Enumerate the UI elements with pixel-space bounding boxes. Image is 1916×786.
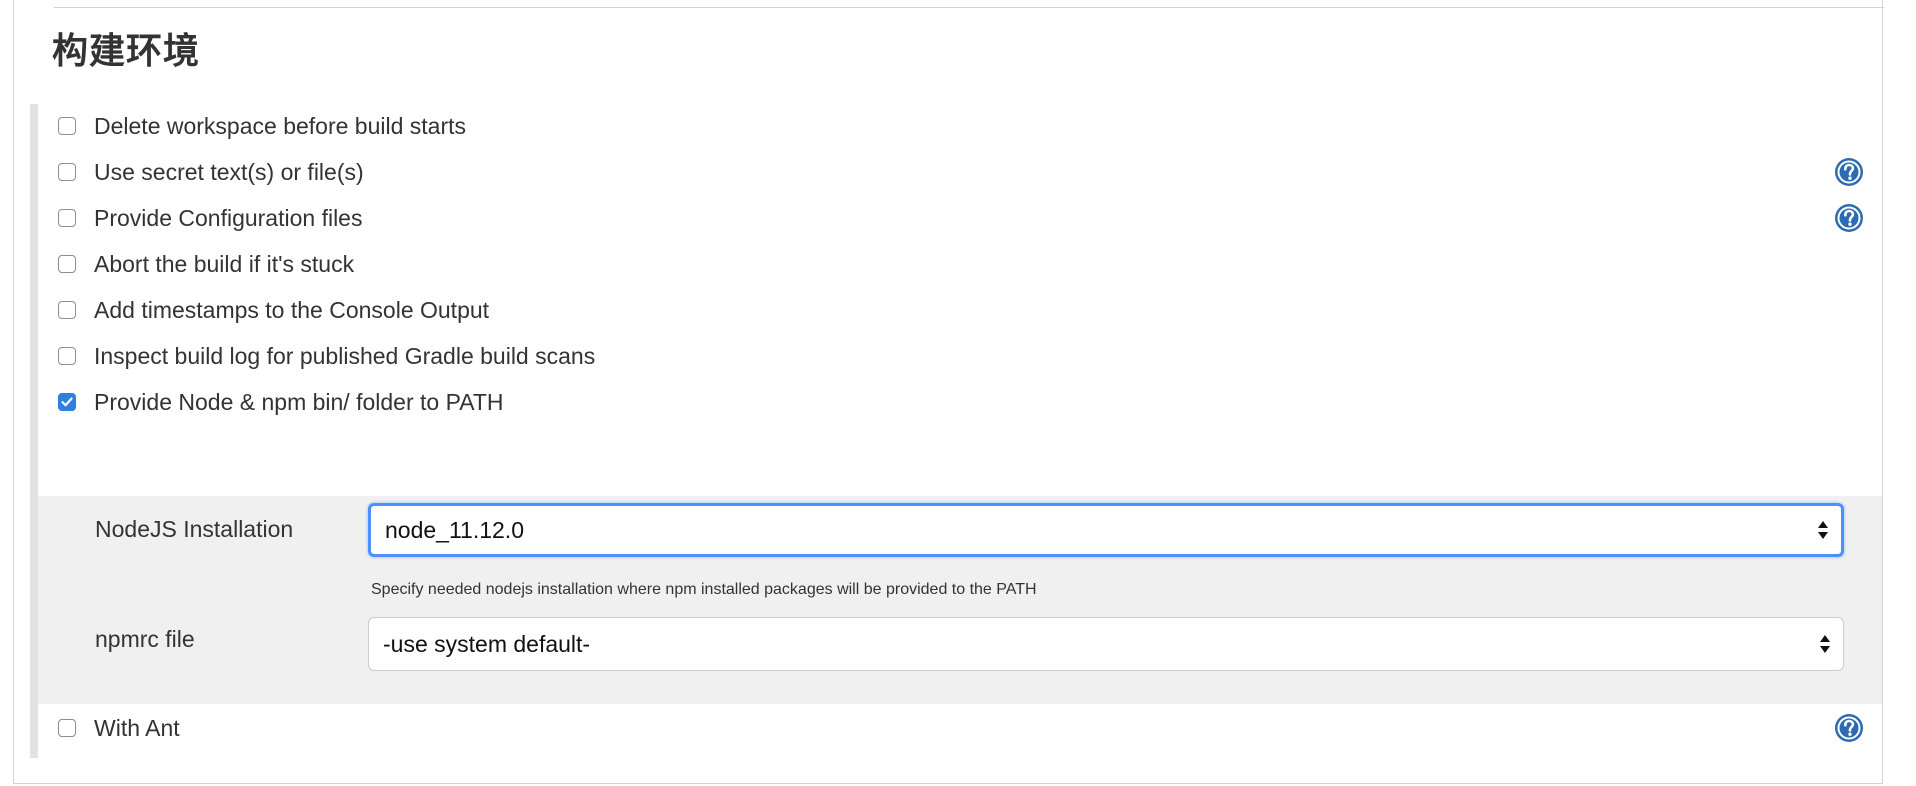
option-label-secret-text[interactable]: Use secret text(s) or file(s) — [94, 159, 364, 186]
checkbox-abort-stuck[interactable] — [58, 255, 76, 273]
checkbox-delete-workspace[interactable] — [58, 117, 76, 135]
option-row-timestamps: Add timestamps to the Console Output — [38, 290, 1882, 330]
build-environment-options: Delete workspace before build starts Use… — [30, 104, 1882, 758]
option-label-with-ant[interactable]: With Ant — [94, 715, 180, 742]
help-question-icon[interactable] — [1834, 157, 1864, 187]
option-row-delete-workspace: Delete workspace before build starts — [38, 106, 1882, 146]
option-row-secret-text: Use secret text(s) or file(s) — [38, 152, 1882, 192]
nodejs-installation-hint: Specify needed nodejs installation where… — [371, 581, 1037, 598]
option-label-timestamps[interactable]: Add timestamps to the Console Output — [94, 297, 489, 324]
option-row-config-files: Provide Configuration files — [38, 198, 1882, 238]
up-down-arrows-icon — [1820, 635, 1830, 653]
checkbox-config-files[interactable] — [58, 209, 76, 227]
checkbox-secret-text[interactable] — [58, 163, 76, 181]
node-config-block: NodeJS Installation node_11.12.0 Specify… — [38, 496, 1882, 704]
option-row-gradle-scans: Inspect build log for published Gradle b… — [38, 336, 1882, 376]
help-question-icon[interactable] — [1834, 713, 1864, 743]
option-label-gradle-scans[interactable]: Inspect build log for published Gradle b… — [94, 343, 595, 370]
help-question-icon[interactable] — [1834, 203, 1864, 233]
checkbox-with-ant[interactable] — [58, 719, 76, 737]
checkmark-icon — [61, 397, 73, 407]
checkbox-gradle-scans[interactable] — [58, 347, 76, 365]
checkbox-provide-node[interactable] — [58, 393, 76, 411]
npmrc-file-value: -use system default- — [383, 630, 591, 657]
option-label-abort-stuck[interactable]: Abort the build if it's stuck — [94, 251, 354, 278]
nodejs-installation-value: node_11.12.0 — [385, 516, 524, 543]
option-row-abort-stuck: Abort the build if it's stuck — [38, 244, 1882, 284]
checkbox-timestamps[interactable] — [58, 301, 76, 319]
section-title: 构建环境 — [52, 31, 201, 72]
nodejs-installation-label: NodeJS Installation — [95, 516, 294, 542]
option-row-provide-node: Provide Node & npm bin/ folder to PATH — [38, 382, 1882, 422]
option-label-provide-node[interactable]: Provide Node & npm bin/ folder to PATH — [94, 389, 504, 416]
up-down-arrows-icon — [1818, 521, 1828, 539]
npmrc-file-select[interactable]: -use system default- — [368, 617, 1844, 671]
option-label-config-files[interactable]: Provide Configuration files — [94, 205, 362, 232]
option-row-with-ant: With Ant — [38, 708, 1882, 748]
npmrc-file-label: npmrc file — [95, 626, 195, 652]
option-label-delete-workspace[interactable]: Delete workspace before build starts — [94, 113, 466, 140]
nodejs-installation-select[interactable]: node_11.12.0 — [368, 503, 1844, 557]
top-divider — [54, 7, 1884, 8]
